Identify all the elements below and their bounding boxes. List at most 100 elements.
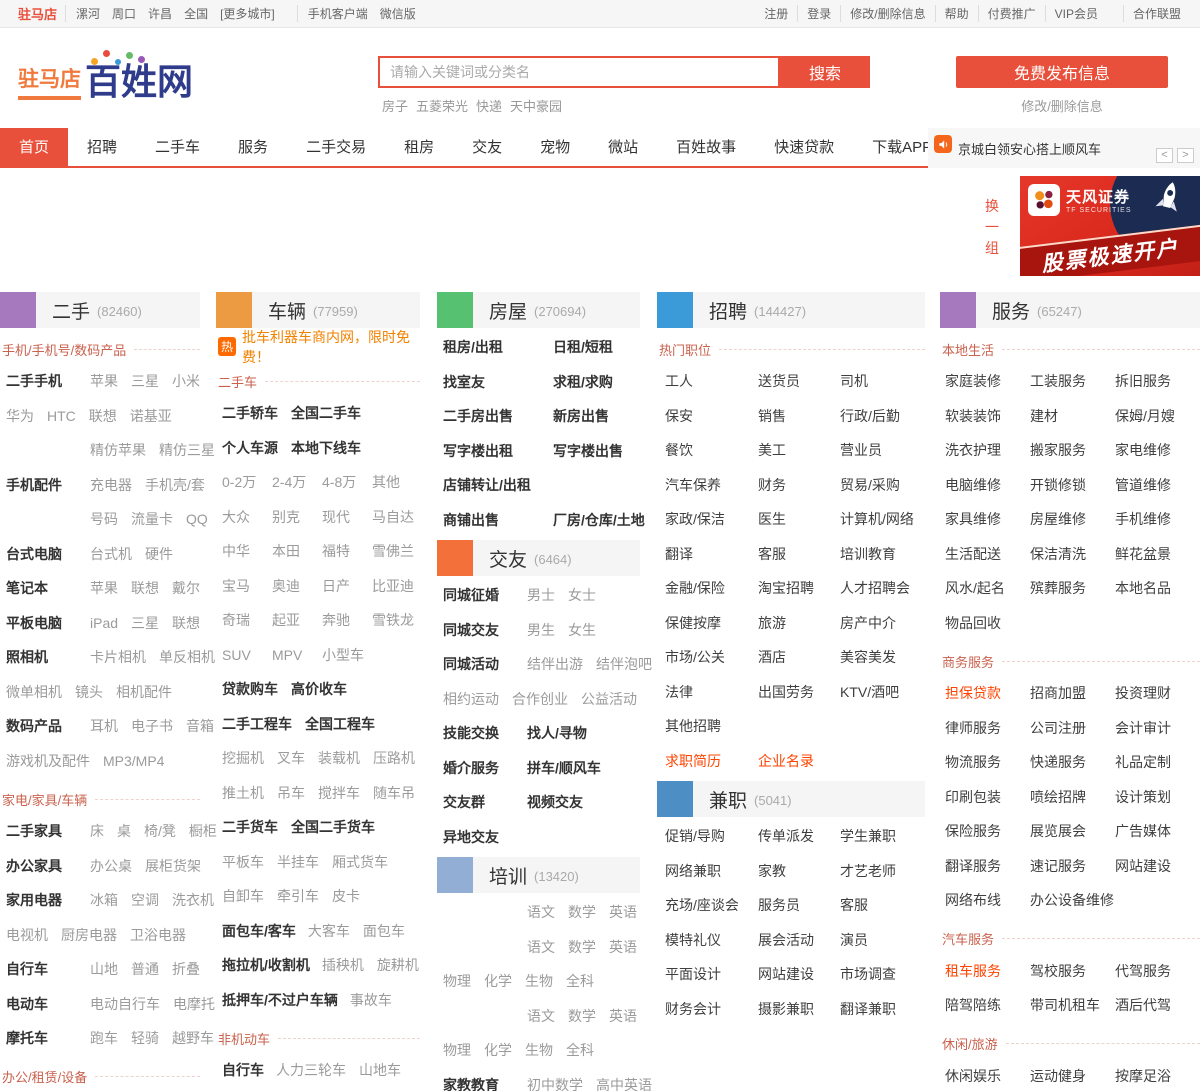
category-link[interactable]: 奇瑞 [222, 610, 258, 630]
category-link[interactable]: 律师服务 [945, 718, 1030, 738]
category-link[interactable]: iPad [90, 615, 118, 631]
hot-word-link[interactable]: 五菱荣光 [416, 99, 468, 114]
category-link[interactable]: 英语 [609, 1006, 637, 1026]
category-link[interactable]: 厨房电器 [61, 925, 117, 945]
category-link[interactable]: 人才招聘会 [840, 578, 910, 598]
category-link[interactable]: 建材 [1030, 406, 1115, 426]
category-link[interactable]: 贸易/采购 [840, 475, 900, 495]
category-link[interactable]: 家电维修 [1115, 440, 1171, 460]
category-link[interactable]: 轻骑 [131, 1028, 159, 1048]
category-link[interactable]: 个人车源 [222, 438, 278, 458]
category-link[interactable]: 面包车 [363, 921, 405, 941]
category-link[interactable]: 联想 [172, 613, 200, 633]
manage-info-link[interactable]: 修改/删除信息 [956, 96, 1168, 115]
category-link[interactable]: 写字楼出售 [553, 441, 623, 461]
category-link[interactable]: 二手轿车 [222, 403, 278, 423]
category-link[interactable]: 挖掘机 [222, 748, 264, 768]
category-link[interactable]: 会计审计 [1115, 718, 1171, 738]
category-link[interactable]: 自卸车 [222, 886, 264, 906]
category-link[interactable]: 出国劳务 [758, 682, 840, 702]
category-link[interactable]: 充场/座谈会 [665, 895, 758, 915]
category-link[interactable]: 联想 [131, 578, 159, 598]
search-button[interactable]: 搜索 [780, 56, 870, 88]
account-link[interactable]: VIP会员 [1045, 5, 1107, 22]
category-link[interactable]: 办公桌 [90, 856, 132, 876]
category-link[interactable]: 比亚迪 [372, 576, 408, 596]
category-link[interactable]: 华为 [6, 406, 34, 426]
category-link[interactable]: 司机 [840, 371, 868, 391]
category-link[interactable]: 搅拌车 [318, 783, 360, 803]
category-link[interactable]: 化学 [484, 971, 512, 991]
category-link[interactable]: 电摩托 [173, 994, 215, 1014]
category-link[interactable]: 相约运动 [443, 689, 499, 709]
category-link[interactable]: 市场/公关 [665, 647, 758, 667]
category-link[interactable]: 宝马 [222, 576, 258, 596]
category-link[interactable]: 房屋维修 [1030, 509, 1115, 529]
category-link[interactable]: 跑车 [90, 1028, 118, 1048]
category-link[interactable]: 镜头 [75, 682, 103, 702]
category-link[interactable]: 雪佛兰 [372, 541, 408, 561]
category-label-link[interactable]: 办公家具 [6, 856, 90, 876]
category-link[interactable]: 公司注册 [1030, 718, 1115, 738]
nav-item[interactable]: 二手车 [136, 128, 219, 166]
category-link[interactable]: 联想 [89, 406, 117, 426]
category-title-link[interactable]: 二手 [52, 297, 90, 324]
nav-item[interactable]: 微站 [589, 128, 657, 166]
category-link[interactable]: 模特礼仪 [665, 930, 758, 950]
category-label-link[interactable]: 家用电器 [6, 890, 90, 910]
category-link[interactable]: 才艺老师 [840, 861, 896, 881]
category-link[interactable]: 吊车 [277, 783, 305, 803]
category-label-link[interactable]: 数码产品 [6, 716, 90, 736]
category-link[interactable]: 充电器 [90, 475, 132, 495]
category-link[interactable]: 家庭装修 [945, 371, 1030, 391]
category-label-link[interactable]: 同城交友 [443, 620, 527, 640]
category-link[interactable]: 网站建设 [758, 964, 840, 984]
category-link[interactable]: 英语 [609, 902, 637, 922]
category-link[interactable]: 财务会计 [665, 999, 758, 1019]
category-link[interactable]: 苹果 [90, 371, 118, 391]
category-link[interactable]: 保险服务 [945, 821, 1030, 841]
category-link[interactable]: 日租/短租 [553, 337, 613, 357]
change-ad-group-link[interactable]: 换一组 [984, 196, 1000, 259]
category-link[interactable]: 物品回收 [945, 613, 1030, 633]
category-link[interactable]: 号码 [90, 509, 118, 529]
category-link[interactable]: 按摩足浴 [1115, 1066, 1171, 1086]
category-link[interactable]: 保健按摩 [665, 613, 758, 633]
category-link[interactable]: 橱柜 [189, 821, 217, 841]
category-label-link[interactable]: 写字楼出租 [443, 441, 553, 461]
category-link[interactable]: 微单相机 [6, 682, 62, 702]
category-link[interactable]: 风水/起名 [945, 578, 1030, 598]
category-link[interactable]: 手机维修 [1115, 509, 1171, 529]
category-link[interactable]: 全国二手货车 [291, 817, 375, 837]
category-label-link[interactable]: 租房/出租 [443, 337, 553, 357]
category-link[interactable]: 三星 [131, 613, 159, 633]
category-link[interactable]: 客服 [840, 895, 868, 915]
category-link[interactable]: 电脑维修 [945, 475, 1030, 495]
category-link[interactable]: 皮卡 [332, 886, 360, 906]
account-link[interactable]: 帮助 [935, 5, 978, 22]
category-link[interactable]: 搬家服务 [1030, 440, 1115, 460]
category-link[interactable]: 语文 [527, 1006, 555, 1026]
category-link[interactable]: 戴尔 [172, 578, 200, 598]
category-label-link[interactable]: 摩托车 [6, 1028, 90, 1048]
category-label-link[interactable]: 同城活动 [443, 654, 527, 674]
category-link[interactable]: 精仿苹果 [90, 440, 146, 460]
category-link[interactable]: 速记服务 [1030, 856, 1115, 876]
category-link[interactable]: 床 [90, 821, 104, 841]
category-title-link[interactable]: 房屋 [489, 297, 527, 324]
category-link[interactable]: 翻译兼职 [840, 999, 896, 1019]
category-link[interactable]: 平面设计 [665, 964, 758, 984]
category-link[interactable]: 新房出售 [553, 406, 609, 426]
category-link[interactable]: KTV/酒吧 [840, 682, 899, 702]
ad-banner[interactable]: 天风证券 TF SECURITIES 股票极速开户 [1020, 176, 1200, 276]
category-link[interactable]: 工人 [665, 371, 758, 391]
site-logo[interactable]: 驻马店 百姓网 [18, 54, 193, 100]
category-label-link[interactable]: 台式电脑 [6, 544, 90, 564]
category-link[interactable]: 空调 [131, 890, 159, 910]
city-link[interactable]: 漯河 [76, 5, 100, 22]
category-link[interactable]: 展会活动 [758, 930, 840, 950]
category-link[interactable]: 管道维修 [1115, 475, 1171, 495]
category-link[interactable]: 2-4万 [272, 472, 308, 492]
category-link[interactable]: 培训教育 [840, 544, 896, 564]
category-link[interactable]: 折叠 [172, 959, 200, 979]
